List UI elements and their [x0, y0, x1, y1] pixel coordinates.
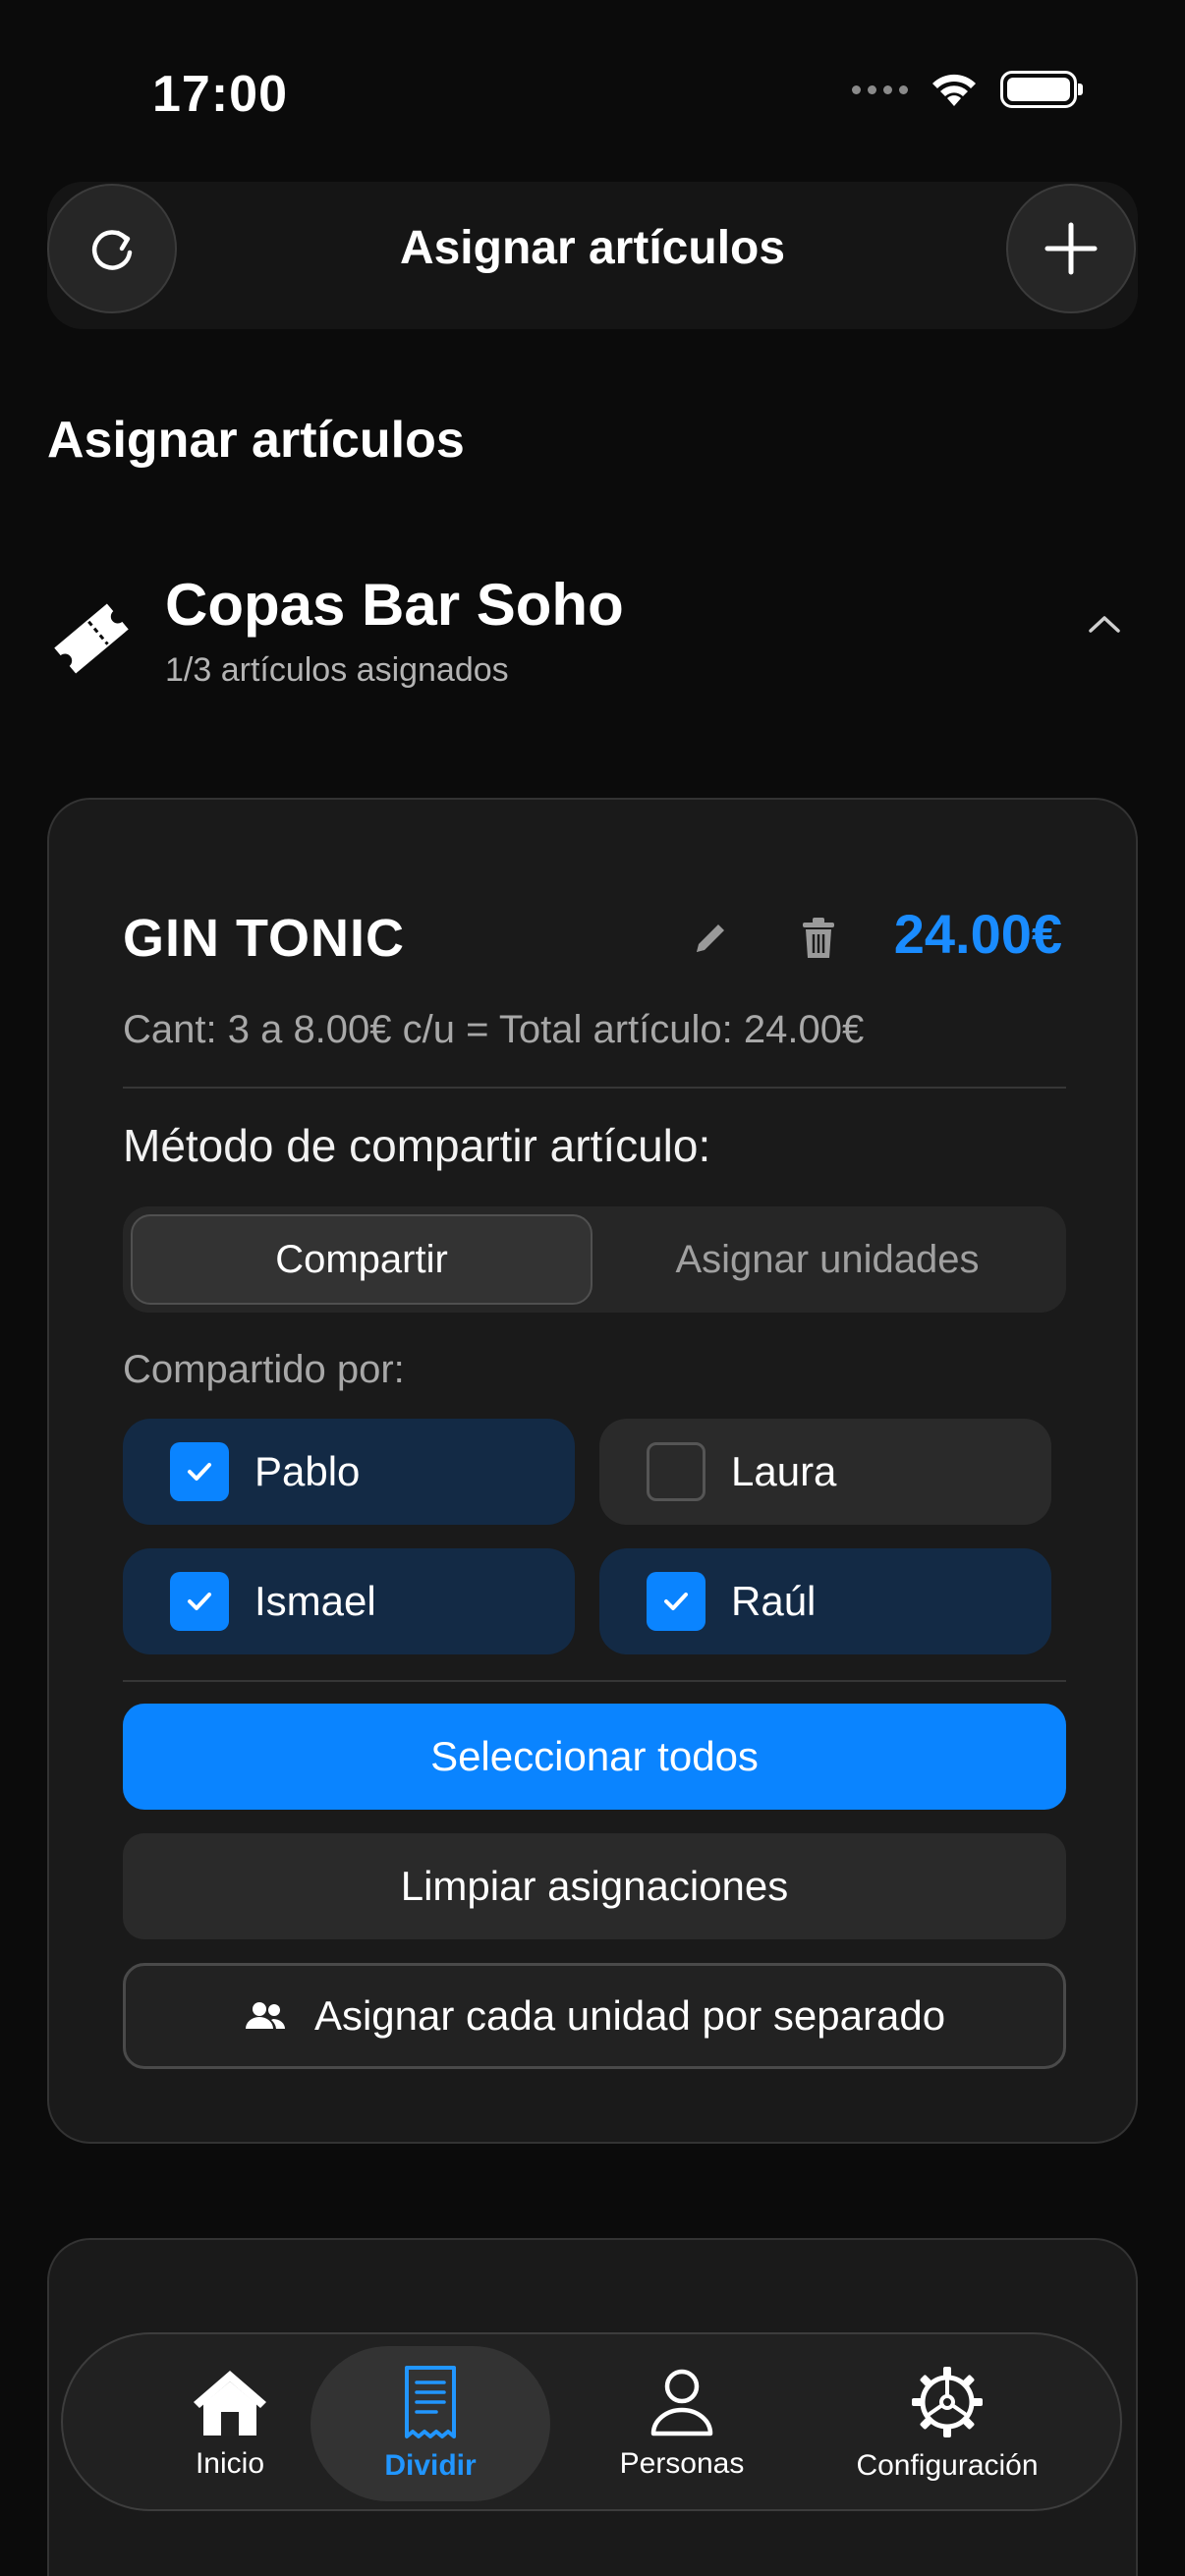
- signal-dots-icon: [852, 84, 908, 94]
- select-all-button[interactable]: Seleccionar todos: [123, 1704, 1066, 1810]
- checkmark-icon: [188, 1463, 211, 1481]
- checkbox[interactable]: [647, 1572, 705, 1631]
- ticket-icon: [54, 603, 129, 674]
- ticket-header[interactable]: Copas Bar Soho 1/3 artículos asignados: [47, 565, 1138, 702]
- checkmark-icon: [188, 1593, 211, 1610]
- item-card: GIN TONIC 24.00€ Cant: 3 a 8.00€ c/u = T…: [47, 798, 1138, 2144]
- status-time: 17:00: [152, 66, 288, 123]
- battery-icon: [1000, 71, 1083, 108]
- person-icon: [650, 2369, 713, 2436]
- tab-label: Personas: [619, 2447, 745, 2480]
- people-icon: [245, 2002, 285, 2029]
- ticket-progress: 1/3 artículos asignados: [165, 651, 509, 689]
- assign-each-unit-label: Asignar cada unidad por separado: [313, 1992, 946, 2039]
- delete-item-button[interactable]: [784, 904, 853, 973]
- clear-assignments-button[interactable]: Limpiar asignaciones: [123, 1833, 1066, 1939]
- checkbox[interactable]: [170, 1442, 229, 1501]
- chevron-up-icon[interactable]: [1085, 604, 1124, 644]
- divider: [123, 1680, 1066, 1682]
- trash-icon: [803, 918, 834, 958]
- assign-each-unit-button[interactable]: Asignar cada unidad por separado: [123, 1963, 1066, 2069]
- item-name: GIN TONIC: [123, 909, 406, 968]
- item-detail: Cant: 3 a 8.00€ c/u = Total artículo: 24…: [123, 1008, 865, 1051]
- shared-by-label: Compartido por:: [123, 1348, 405, 1391]
- ticket-name: Copas Bar Soho: [165, 572, 624, 638]
- segment-compartir[interactable]: Compartir: [131, 1214, 592, 1305]
- person-toggle-raul[interactable]: Raúl: [599, 1548, 1051, 1654]
- divider: [123, 1087, 1066, 1089]
- add-ticket-button[interactable]: [1006, 184, 1136, 313]
- tab-label: Configuración: [856, 2449, 1039, 2482]
- tab-configuracion[interactable]: Configuración: [829, 2334, 1065, 2513]
- status-bar: 17:00: [0, 0, 1185, 187]
- person-toggle-pablo[interactable]: Pablo: [123, 1419, 575, 1525]
- checkbox[interactable]: [170, 1572, 229, 1631]
- tab-bar: Inicio Dividir Personas Configuración: [61, 2332, 1122, 2511]
- receipt-icon: [405, 2366, 456, 2438]
- section-title: Asignar artículos: [47, 412, 465, 469]
- wifi-icon: [932, 74, 976, 106]
- tab-personas[interactable]: Personas: [584, 2334, 780, 2513]
- person-name: Ismael: [254, 1578, 376, 1624]
- nav-header: Asignar artículos: [0, 182, 1185, 329]
- item-price: 24.00€: [893, 903, 1062, 965]
- person-toggle-laura[interactable]: Laura: [599, 1419, 1051, 1525]
- pencil-icon: [697, 924, 724, 952]
- status-icons: [852, 71, 1083, 108]
- method-label: Método de compartir artículo:: [123, 1120, 711, 1171]
- plus-icon: [1044, 222, 1098, 275]
- checkbox[interactable]: [647, 1442, 705, 1501]
- person-name: Pablo: [254, 1448, 361, 1494]
- gear-icon: [912, 2367, 983, 2437]
- person-name: Raúl: [731, 1578, 817, 1624]
- tab-inicio[interactable]: Inicio: [122, 2334, 338, 2513]
- tab-label: Dividir: [384, 2449, 477, 2482]
- checkmark-icon: [664, 1593, 688, 1610]
- tab-dividir[interactable]: Dividir: [310, 2346, 550, 2501]
- segment-asignar-unidades[interactable]: Asignar unidades: [596, 1214, 1058, 1305]
- share-method-segmented-control: Compartir Asignar unidades: [123, 1206, 1066, 1313]
- person-name: Laura: [731, 1448, 837, 1494]
- tab-label: Inicio: [195, 2447, 265, 2480]
- home-icon: [194, 2371, 266, 2436]
- edit-item-button[interactable]: [676, 904, 745, 973]
- person-toggle-ismael[interactable]: Ismael: [123, 1548, 575, 1654]
